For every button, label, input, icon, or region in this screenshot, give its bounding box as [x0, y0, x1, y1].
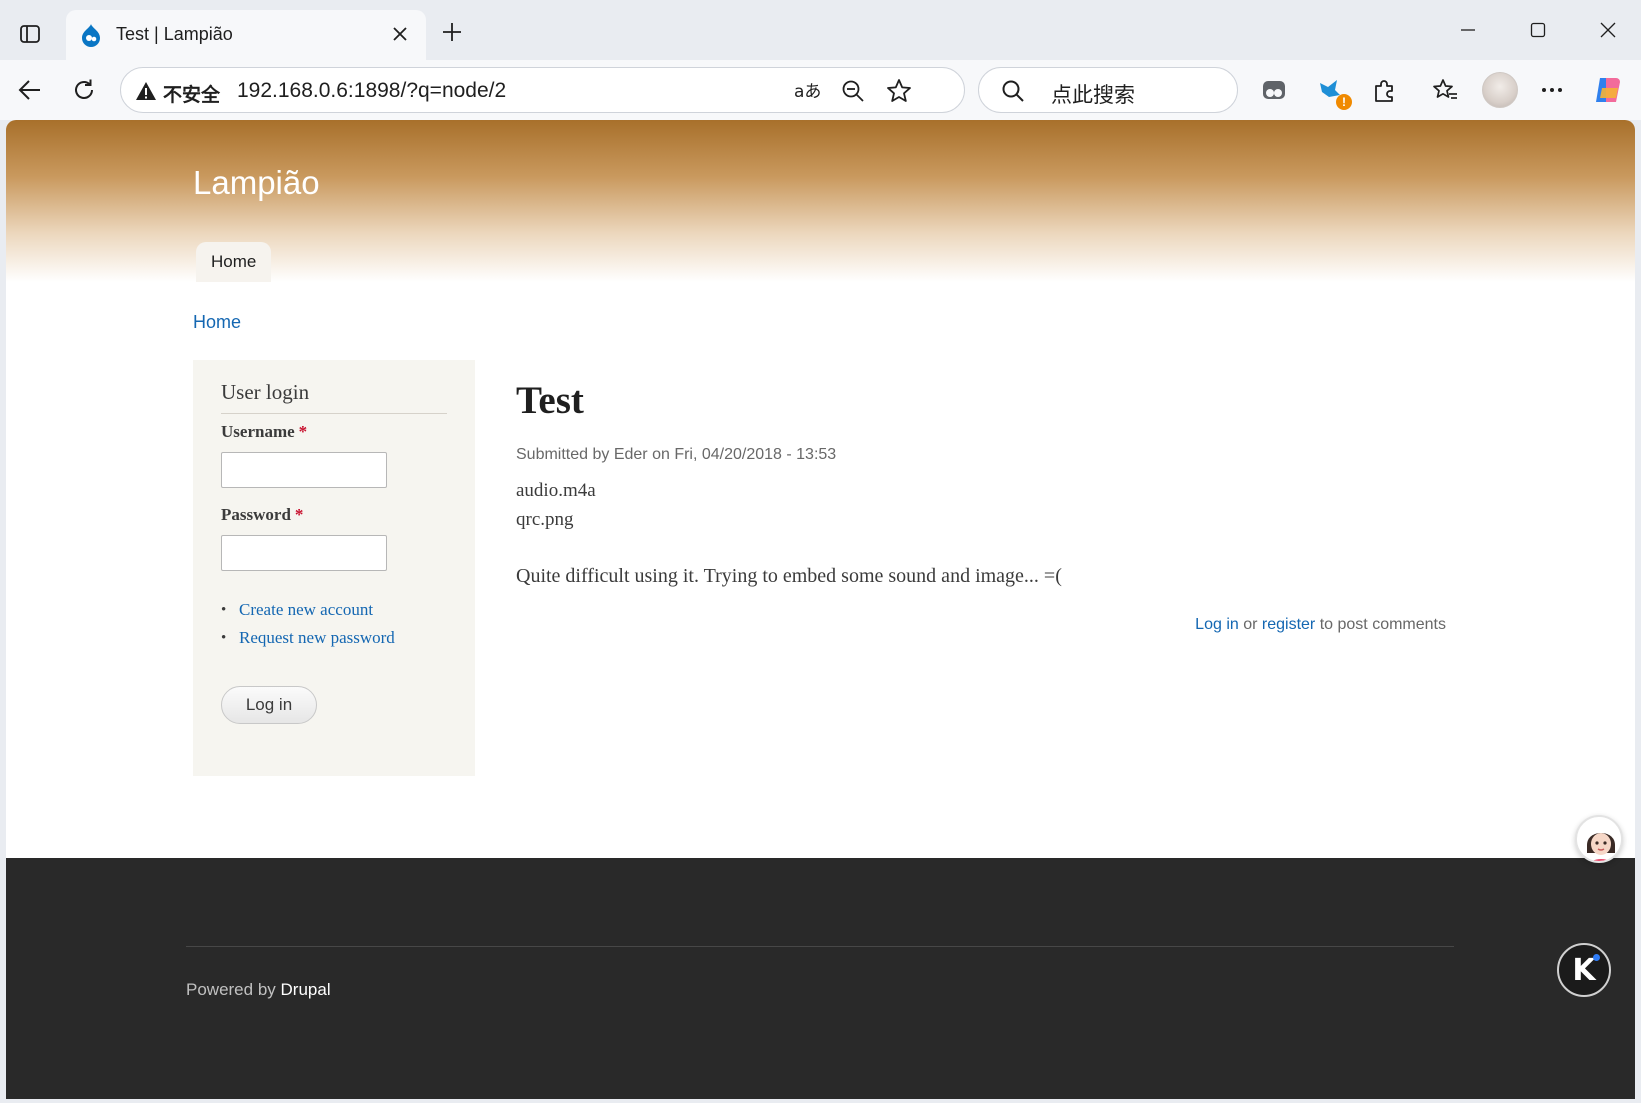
reload-icon[interactable] [66, 72, 102, 108]
close-window-icon[interactable] [1585, 14, 1631, 46]
page-viewport: Lampião Home Home User login Username * P… [6, 120, 1635, 1099]
favorites-icon[interactable] [1427, 72, 1463, 108]
comment-links: Log in or register to post comments [1195, 616, 1446, 634]
username-input[interactable] [221, 452, 387, 488]
powered-by: Powered by Drupal [186, 980, 331, 1000]
extensions-puzzle-icon[interactable] [1366, 72, 1402, 108]
node-title: Test [516, 379, 584, 422]
create-account-link[interactable]: Create new account [221, 596, 395, 624]
browser-toolbar: 不安全 192.168.0.6:1898/?q=node/2 aあ 点此搜索 ! [0, 60, 1641, 120]
user-login-block: User login Username* Password* Create ne… [193, 360, 475, 776]
read-aloud-icon[interactable]: aあ [793, 77, 821, 105]
node-body: Quite difficult using it. Trying to embe… [516, 565, 1062, 587]
url-text[interactable]: 192.168.0.6:1898/?q=node/2 [237, 79, 506, 103]
required-marker: * [298, 422, 308, 441]
site-footer: Powered by Drupal [6, 858, 1635, 1099]
search-icon [1001, 79, 1025, 103]
copilot-icon[interactable] [1590, 72, 1626, 108]
extension-bird-icon[interactable]: ! [1312, 72, 1352, 110]
browser-tab-active[interactable]: Test | Lampião [66, 10, 426, 60]
password-input[interactable] [221, 535, 387, 571]
search-placeholder: 点此搜索 [1051, 84, 1135, 107]
breadcrumb-home-link[interactable]: Home [193, 312, 241, 333]
powered-by-text: Powered by [186, 980, 276, 999]
new-tab-icon[interactable] [436, 16, 468, 48]
k-assistant-button[interactable]: K [1557, 943, 1611, 997]
more-menu-icon[interactable] [1534, 72, 1570, 108]
submitted-info: Submitted by Eder on Fri, 04/20/2018 - 1… [516, 446, 837, 463]
favorite-star-icon[interactable] [885, 77, 913, 105]
extension-badge: ! [1336, 94, 1352, 110]
comment-suffix-text: to post comments [1319, 616, 1446, 633]
drupal-favicon-icon [78, 22, 104, 48]
zoom-out-icon[interactable] [839, 77, 867, 105]
browser-tab-bar: Test | Lampião [0, 0, 1641, 60]
search-box[interactable]: 点此搜索 [978, 67, 1238, 113]
back-arrow-icon[interactable] [12, 72, 48, 108]
maximize-icon[interactable] [1515, 14, 1561, 46]
request-password-link[interactable]: Request new password [221, 624, 395, 652]
tab-actions-icon[interactable] [14, 18, 46, 50]
password-label-text: Password [221, 505, 291, 524]
required-marker: * [294, 505, 304, 524]
close-tab-icon[interactable] [388, 22, 412, 46]
comment-login-link[interactable]: Log in [1195, 616, 1239, 633]
workspaces-icon[interactable] [1256, 72, 1292, 108]
tab-title: Test | Lampião [116, 24, 233, 44]
drupal-link[interactable]: Drupal [281, 980, 331, 999]
nav-tab-home[interactable]: Home [196, 242, 272, 282]
file-audio: audio.m4a [516, 480, 596, 501]
username-label-text: Username [221, 422, 295, 441]
notification-dot [1593, 954, 1600, 961]
login-block-title: User login [221, 380, 447, 414]
password-label: Password * [221, 505, 303, 525]
profile-avatar[interactable] [1482, 72, 1518, 108]
security-label[interactable]: 不安全 [163, 80, 220, 107]
site-header: Lampião Home [6, 120, 1635, 282]
comment-register-link[interactable]: register [1262, 616, 1315, 633]
footer-divider [186, 946, 1454, 947]
username-label: Username * [221, 422, 307, 442]
assistant-avatar-button[interactable] [1575, 815, 1623, 863]
login-links-list: Create new account Request new password [221, 596, 395, 652]
minimize-icon[interactable] [1445, 14, 1491, 46]
login-button[interactable]: Log in [221, 686, 317, 724]
comment-or-text: or [1243, 616, 1258, 633]
svg-text:aあ: aあ [794, 82, 821, 102]
file-image: qrc.png [516, 509, 574, 530]
address-bar[interactable]: 不安全 192.168.0.6:1898/?q=node/2 aあ [120, 67, 965, 113]
warning-icon[interactable] [135, 80, 157, 102]
site-name-link[interactable]: Lampião [193, 164, 320, 202]
